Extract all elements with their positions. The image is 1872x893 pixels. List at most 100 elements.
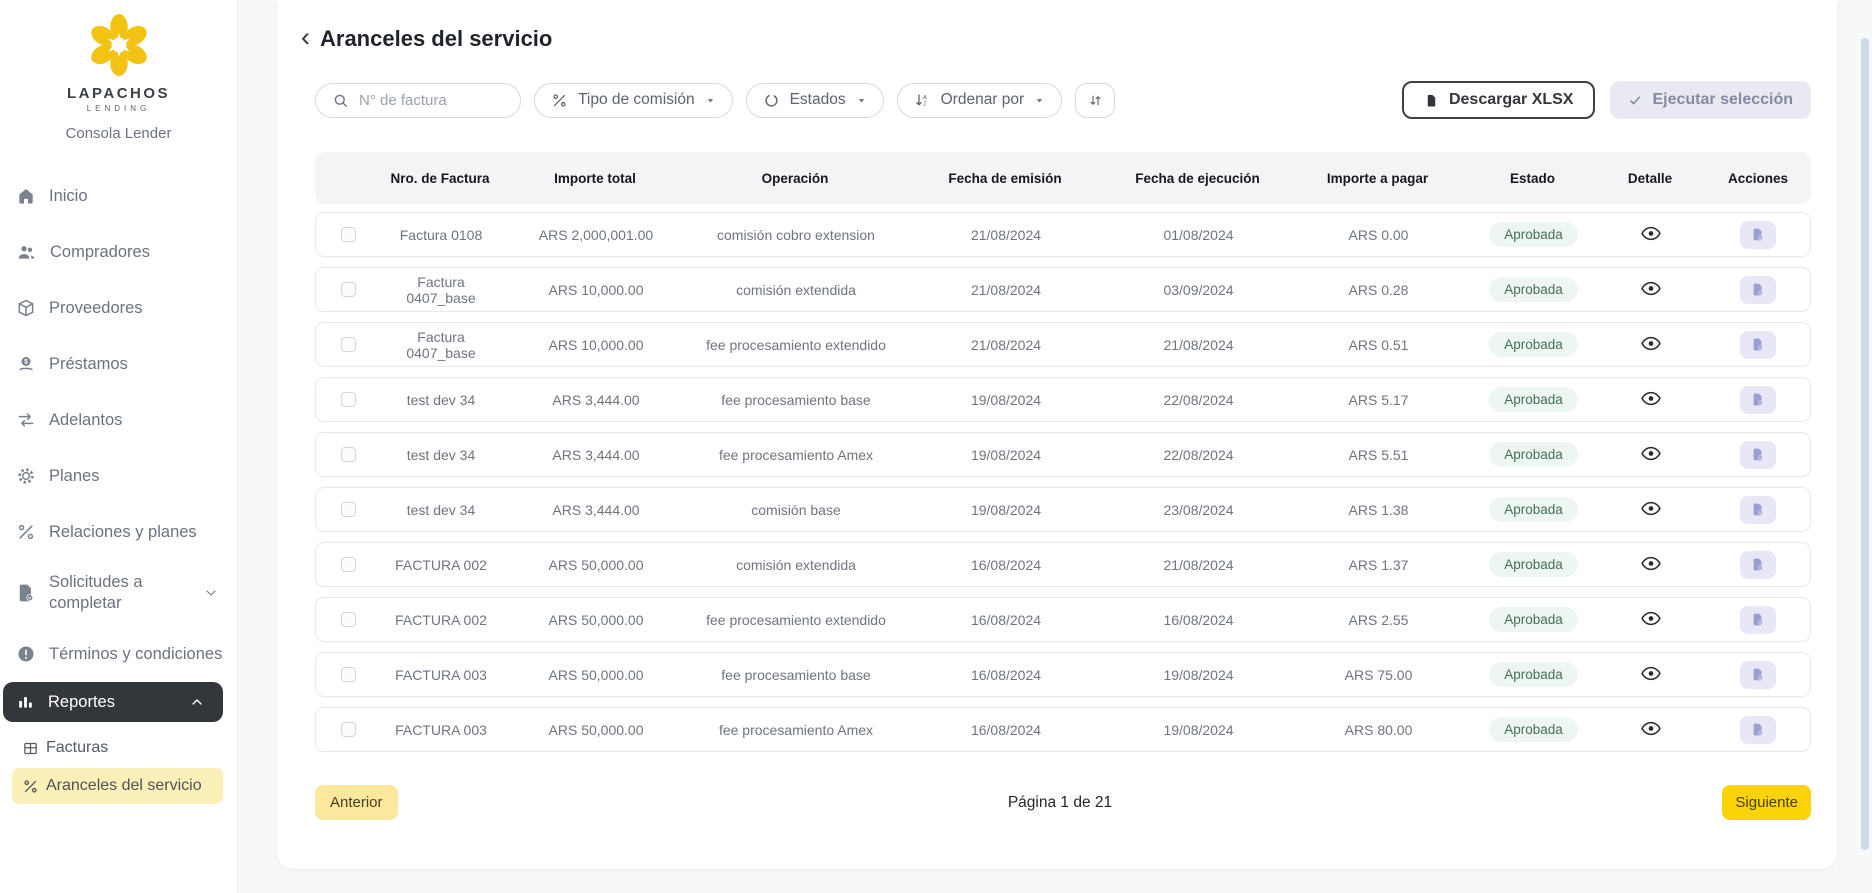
sidebar-item-compradores[interactable]: Compradores bbox=[0, 224, 237, 280]
sidebar-subitem-aranceles[interactable]: Aranceles del servicio bbox=[12, 768, 223, 804]
cell-total: ARS 50,000.00 bbox=[501, 667, 691, 683]
detail-eye-icon[interactable] bbox=[1641, 336, 1661, 351]
cell-invoice: test dev 34 bbox=[381, 392, 501, 408]
row-checkbox[interactable] bbox=[341, 722, 356, 737]
cell-execution-date: 22/08/2024 bbox=[1111, 392, 1286, 408]
sidebar-item-reportes[interactable]: Reportes bbox=[3, 682, 223, 722]
sidebar-item-label: Solicitudes a completar bbox=[49, 572, 171, 613]
detail-eye-icon[interactable] bbox=[1641, 666, 1661, 681]
column-header: Fecha de ejecución bbox=[1110, 171, 1285, 186]
cell-execution-date: 19/08/2024 bbox=[1111, 722, 1286, 738]
sidebar-item-label: Inicio bbox=[49, 187, 88, 206]
svg-text:$: $ bbox=[24, 359, 28, 366]
main-content-card: ‹ Aranceles del servicio Tipo de comisió… bbox=[277, 0, 1837, 869]
invoice-search-box[interactable] bbox=[315, 83, 521, 118]
pagination-bar: Anterior Página 1 de 21 Siguiente bbox=[315, 785, 1811, 820]
status-badge: Aprobada bbox=[1489, 222, 1578, 247]
sort-by-dropdown[interactable]: AZ Ordenar por bbox=[897, 83, 1063, 118]
cell-issue-date: 21/08/2024 bbox=[901, 227, 1111, 243]
sidebar-item-solicitudes[interactable]: Solicitudes a completar bbox=[0, 560, 237, 626]
sidebar-item-inicio[interactable]: Inicio bbox=[0, 168, 237, 224]
sidebar-item-proveedores[interactable]: Proveedores bbox=[0, 280, 237, 336]
sidebar: LAPACHOS LENDING Consola Lender Inicio C… bbox=[0, 0, 238, 893]
download-xlsx-button[interactable]: Descargar XLSX bbox=[1402, 81, 1596, 119]
cell-operation: fee procesamiento extendido bbox=[691, 612, 901, 628]
action-file-button[interactable] bbox=[1740, 606, 1776, 634]
search-input[interactable] bbox=[359, 92, 499, 109]
back-chevron-icon[interactable]: ‹ bbox=[301, 24, 310, 54]
cell-invoice: FACTURA 002 bbox=[381, 557, 501, 573]
cell-operation: fee procesamiento Amex bbox=[691, 447, 901, 463]
action-file-button[interactable] bbox=[1740, 551, 1776, 579]
cell-invoice: FACTURA 003 bbox=[381, 722, 501, 738]
detail-eye-icon[interactable] bbox=[1641, 721, 1661, 736]
table-icon bbox=[22, 740, 39, 757]
cell-issue-date: 16/08/2024 bbox=[901, 667, 1111, 683]
row-checkbox[interactable] bbox=[341, 612, 356, 627]
detail-eye-icon[interactable] bbox=[1641, 556, 1661, 571]
detail-eye-icon[interactable] bbox=[1641, 446, 1661, 461]
action-file-button[interactable] bbox=[1740, 661, 1776, 689]
sidebar-subitem-facturas[interactable]: Facturas bbox=[12, 730, 223, 766]
cell-invoice: test dev 34 bbox=[381, 447, 501, 463]
detail-eye-icon[interactable] bbox=[1641, 611, 1661, 626]
sidebar-item-prestamos[interactable]: $ Préstamos bbox=[0, 336, 237, 392]
detail-eye-icon[interactable] bbox=[1641, 226, 1661, 241]
action-file-button[interactable] bbox=[1740, 716, 1776, 744]
cell-payable: ARS 80.00 bbox=[1286, 722, 1471, 738]
row-checkbox[interactable] bbox=[341, 392, 356, 407]
row-checkbox[interactable] bbox=[341, 227, 356, 242]
cell-total: ARS 50,000.00 bbox=[501, 612, 691, 628]
execute-selection-button[interactable]: Ejecutar selección bbox=[1610, 81, 1811, 119]
swap-vertical-icon bbox=[1088, 93, 1103, 108]
sort-direction-toggle[interactable] bbox=[1075, 83, 1115, 118]
lapacho-flower-logo bbox=[88, 14, 150, 76]
cell-issue-date: 19/08/2024 bbox=[901, 447, 1111, 463]
sidebar-item-relaciones[interactable]: Relaciones y planes bbox=[0, 504, 237, 560]
vertical-scrollbar[interactable] bbox=[1861, 38, 1869, 850]
commission-type-dropdown[interactable]: Tipo de comisión bbox=[534, 83, 733, 118]
sidebar-item-planes[interactable]: Planes bbox=[0, 448, 237, 504]
cell-operation: comisión base bbox=[691, 502, 901, 518]
search-icon bbox=[332, 92, 349, 109]
table-row: Factura 0407_base ARS 10,000.00 fee proc… bbox=[315, 322, 1811, 367]
row-checkbox[interactable] bbox=[341, 337, 356, 352]
sort-az-icon: AZ bbox=[914, 92, 931, 109]
cell-operation: comisión extendida bbox=[691, 282, 901, 298]
detail-eye-icon[interactable] bbox=[1641, 501, 1661, 516]
alert-circle-icon bbox=[16, 644, 36, 664]
action-file-button[interactable] bbox=[1740, 331, 1776, 359]
action-file-button[interactable] bbox=[1740, 496, 1776, 524]
action-file-button[interactable] bbox=[1740, 276, 1776, 304]
file-icon bbox=[1424, 92, 1439, 109]
row-checkbox[interactable] bbox=[341, 557, 356, 572]
action-file-button[interactable] bbox=[1740, 386, 1776, 414]
cell-invoice: test dev 34 bbox=[381, 502, 501, 518]
file-check-icon bbox=[1751, 722, 1765, 737]
states-dropdown[interactable]: Estados bbox=[746, 83, 884, 118]
file-check-icon bbox=[1751, 612, 1765, 627]
chevron-down-icon bbox=[203, 585, 219, 601]
row-checkbox[interactable] bbox=[341, 282, 356, 297]
percent-icon bbox=[22, 778, 39, 795]
detail-eye-icon[interactable] bbox=[1641, 281, 1661, 296]
previous-page-button[interactable]: Anterior bbox=[315, 785, 398, 820]
action-file-button[interactable] bbox=[1740, 221, 1776, 249]
next-page-button[interactable]: Siguiente bbox=[1722, 785, 1811, 820]
table-row: test dev 34 ARS 3,444.00 fee procesamien… bbox=[315, 377, 1811, 422]
detail-eye-icon[interactable] bbox=[1641, 391, 1661, 406]
sidebar-item-adelantos[interactable]: Adelantos bbox=[0, 392, 237, 448]
row-checkbox[interactable] bbox=[341, 447, 356, 462]
execute-selection-label: Ejecutar selección bbox=[1652, 91, 1793, 109]
sidebar-item-label: Compradores bbox=[50, 243, 150, 262]
caret-down-icon bbox=[856, 95, 867, 106]
row-checkbox[interactable] bbox=[341, 502, 356, 517]
column-header: Importe a pagar bbox=[1285, 171, 1470, 186]
action-file-button[interactable] bbox=[1740, 441, 1776, 469]
sidebar-item-terminos[interactable]: Términos y condiciones bbox=[0, 626, 237, 682]
cell-total: ARS 50,000.00 bbox=[501, 722, 691, 738]
cell-payable: ARS 0.28 bbox=[1286, 282, 1471, 298]
row-checkbox[interactable] bbox=[341, 667, 356, 682]
cell-execution-date: 21/08/2024 bbox=[1111, 337, 1286, 353]
file-check-icon bbox=[1751, 392, 1765, 407]
